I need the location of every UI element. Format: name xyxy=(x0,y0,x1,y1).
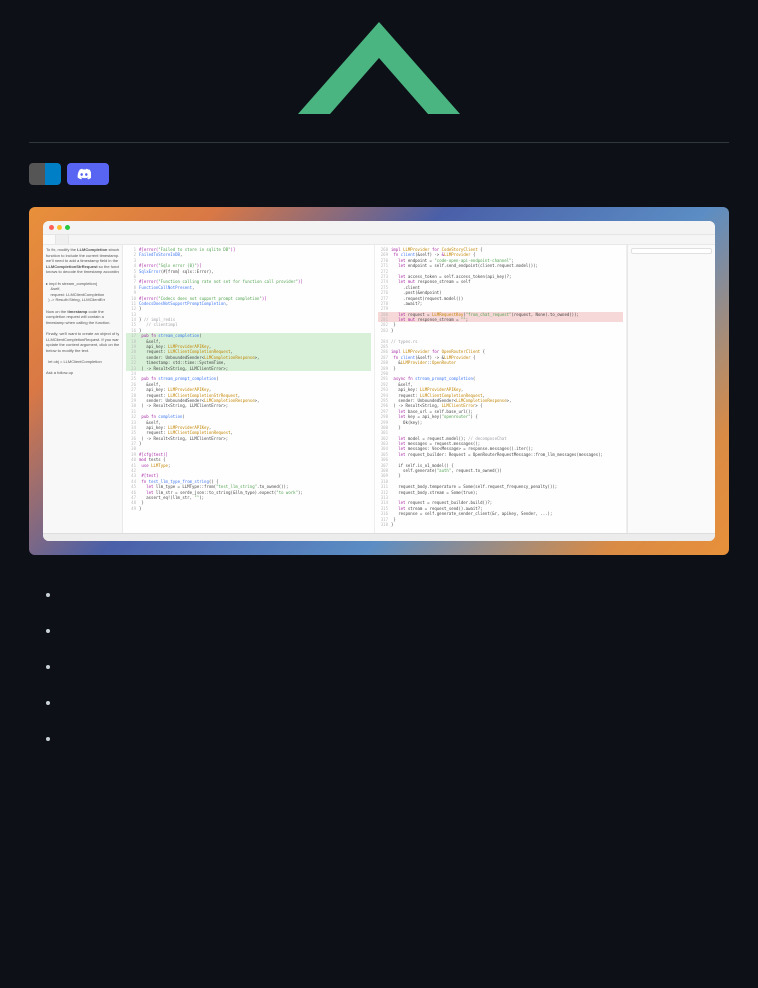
editor-body: To fix, modify the LLMCompletion structu… xyxy=(43,245,715,533)
version-badge-label xyxy=(29,163,45,185)
badges-row xyxy=(29,163,729,185)
divider xyxy=(29,142,729,143)
editor-statusbar xyxy=(43,533,715,541)
feature-inline-widget xyxy=(61,655,729,679)
features-list xyxy=(29,583,729,751)
editor-window: To fix, modify the LLMCompletion structu… xyxy=(43,221,715,541)
traffic-lights xyxy=(49,225,70,230)
feature-chat-edit xyxy=(61,583,729,607)
discord-badge[interactable] xyxy=(67,163,109,185)
maximize-icon xyxy=(65,225,70,230)
editor-sidebar: To fix, modify the LLMCompletion structu… xyxy=(43,245,123,533)
editor-pane: 1#[error("Failed to store in sqlite DB")… xyxy=(123,245,627,533)
code-pane-left: 1#[error("Failed to store in sqlite DB")… xyxy=(123,245,375,533)
editor-tabs xyxy=(43,235,715,245)
minimize-icon xyxy=(57,225,62,230)
feature-ast-navigation xyxy=(61,727,729,751)
hero-screenshot: To fix, modify the LLMCompletion structu… xyxy=(29,207,729,555)
version-badge-value xyxy=(45,163,61,185)
feature-code-completion xyxy=(61,691,729,715)
ai-hint-card xyxy=(631,248,712,254)
editor-titlebar xyxy=(43,221,715,235)
feature-proactive-agents xyxy=(61,619,729,643)
aide-logo-icon xyxy=(298,22,460,114)
editor-tab[interactable] xyxy=(43,235,56,244)
logo-container xyxy=(29,0,729,122)
code-pane-right: 268impl LLMProvider for CodeStoryClient … xyxy=(375,245,627,533)
close-icon xyxy=(49,225,54,230)
version-badge[interactable] xyxy=(29,163,61,185)
editor-tab[interactable] xyxy=(56,235,69,244)
ai-panel xyxy=(627,245,715,533)
discord-icon xyxy=(77,167,91,181)
